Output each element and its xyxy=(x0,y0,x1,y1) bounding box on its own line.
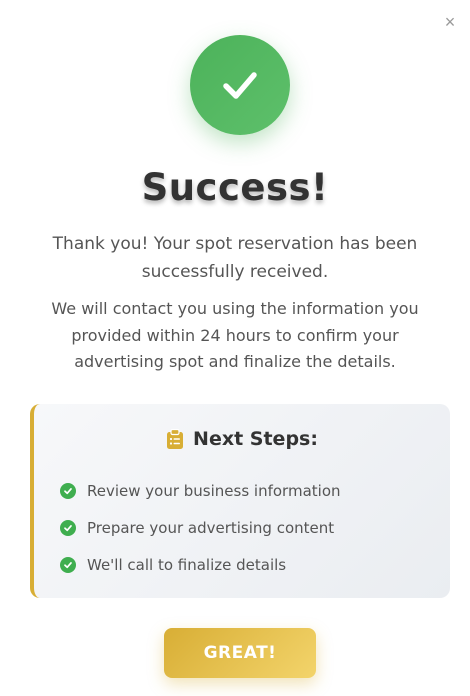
next-steps-card: Next Steps: Review your business informa… xyxy=(30,404,450,598)
step-label: We'll call to finalize details xyxy=(87,555,287,574)
step-label: Review your business information xyxy=(87,481,341,500)
check-circle-icon xyxy=(60,482,76,499)
success-modal: × Success! Thank you! Your spot reservat… xyxy=(0,0,470,696)
close-button[interactable]: × xyxy=(440,12,460,32)
modal-title: Success! xyxy=(141,166,329,209)
great-button[interactable]: GREAT! xyxy=(164,628,316,678)
next-steps-header: Next Steps: xyxy=(34,428,450,450)
follow-up-message: We will contact you using the informatio… xyxy=(51,299,419,371)
list-item: Prepare your advertising content xyxy=(60,509,341,546)
check-circle-icon xyxy=(60,556,76,573)
close-icon: × xyxy=(444,12,456,32)
checkmark-icon xyxy=(223,72,257,99)
list-item: Review your business information xyxy=(60,472,341,509)
confirmation-message: Thank you! Your spot reservation has bee… xyxy=(52,234,418,282)
clipboard-list-icon xyxy=(167,428,184,449)
next-steps-title: Next Steps: xyxy=(193,428,318,450)
check-circle-icon xyxy=(60,519,76,536)
next-steps-list: Review your business information Prepare… xyxy=(60,472,341,583)
step-label: Prepare your advertising content xyxy=(87,518,335,537)
success-check-badge xyxy=(190,35,290,135)
list-item: We'll call to finalize details xyxy=(60,546,341,583)
